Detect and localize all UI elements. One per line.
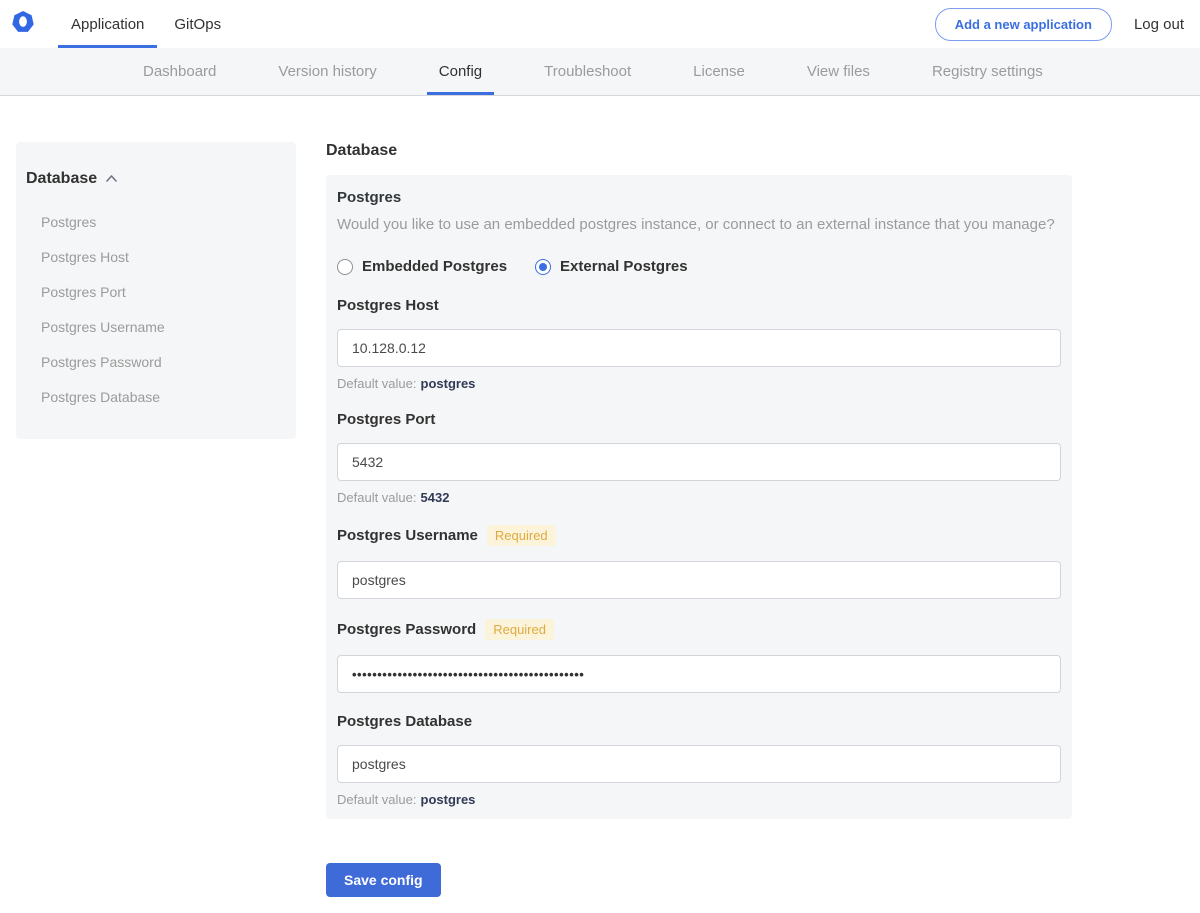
tab-troubleshoot-label: Troubleshoot	[544, 63, 632, 80]
default-value-label: Default value:	[337, 792, 417, 807]
tab-view-files[interactable]: View files	[795, 48, 882, 95]
sidebar-item-postgres-port[interactable]: Postgres Port	[26, 275, 286, 310]
tab-version-history[interactable]: Version history	[266, 48, 388, 95]
field-postgres-host: Postgres Host Default value:postgres	[337, 297, 1061, 391]
sidebar-item-postgres[interactable]: Postgres	[26, 205, 286, 240]
top-tab-bar: Application GitOps	[58, 0, 238, 48]
radio-embedded-postgres[interactable]: Embedded Postgres	[337, 258, 507, 275]
tab-application[interactable]: Application	[58, 0, 158, 48]
tab-troubleshoot[interactable]: Troubleshoot	[532, 48, 643, 95]
postgres-database-input[interactable]	[337, 745, 1061, 783]
config-section-title: Database	[326, 142, 398, 159]
config-main: Database Postgres Would you like to use …	[326, 142, 1072, 913]
add-application-button[interactable]: Add a new application	[934, 7, 1112, 41]
tab-dashboard[interactable]: Dashboard	[131, 48, 228, 95]
app-subnav: Dashboard Version history Config Trouble…	[0, 48, 1200, 96]
tab-gitops[interactable]: GitOps	[161, 0, 234, 48]
config-group-label: Postgres	[337, 189, 402, 206]
default-value-text: postgres	[420, 376, 476, 391]
postgres-port-input[interactable]	[337, 443, 1061, 481]
radio-external-postgres-label: External Postgres	[560, 258, 688, 275]
radio-embedded-postgres-label: Embedded Postgres	[362, 258, 508, 275]
config-sidebar: Database Postgres Postgres Host Postgres…	[16, 142, 296, 439]
required-badge: Required	[486, 525, 556, 546]
config-page: Database Postgres Postgres Host Postgres…	[0, 142, 1200, 913]
field-postgres-database: Postgres Database Default value:postgres	[337, 713, 1061, 807]
sidebar-group-label: Database	[26, 170, 98, 187]
field-label: Postgres Host	[337, 297, 439, 314]
default-value-row: Default value: postgres	[337, 792, 1061, 807]
field-postgres-username: Postgres Username Required	[337, 525, 1061, 599]
field-label: Postgres Port	[337, 411, 436, 428]
postgres-password-input[interactable]	[337, 655, 1061, 693]
tab-version-history-label: Version history	[278, 63, 377, 80]
default-value-text: postgres	[420, 792, 476, 807]
tab-config-label: Config	[438, 63, 483, 80]
postgres-type-radio-group: Embedded Postgres External Postgres	[337, 258, 1061, 275]
sidebar-item-postgres-username[interactable]: Postgres Username	[26, 310, 286, 345]
field-label: Postgres Password	[337, 621, 477, 638]
top-nav: Application GitOps Add a new application…	[0, 0, 1200, 48]
tab-registry-settings-label: Registry settings	[931, 63, 1043, 80]
default-value-row: Default value: 5432	[337, 490, 1061, 505]
tab-view-files-label: View files	[806, 63, 870, 80]
field-label: Postgres Username	[337, 527, 478, 544]
default-value-label: Default value:	[337, 490, 417, 505]
postgres-host-input[interactable]	[337, 329, 1061, 367]
save-config-button[interactable]: Save config	[326, 863, 441, 897]
required-badge: Required	[485, 619, 554, 640]
radio-checked-icon	[535, 258, 552, 275]
top-nav-right: Add a new application Log out	[934, 0, 1200, 48]
radio-unchecked-icon	[337, 258, 353, 275]
chevron-up-icon	[105, 170, 118, 188]
sidebar-item-postgres-password[interactable]: Postgres Password	[26, 345, 286, 380]
tab-application-label: Application	[71, 15, 145, 33]
app-logo[interactable]	[0, 0, 58, 48]
kots-logo-icon	[12, 10, 34, 38]
sidebar-group-database[interactable]: Database	[26, 170, 286, 188]
default-value-label: Default value:	[337, 376, 417, 391]
logout-link[interactable]: Log out	[1134, 16, 1184, 33]
field-postgres-port: Postgres Port Default value:5432	[337, 411, 1061, 505]
field-label: Postgres Database	[337, 713, 473, 730]
field-postgres-password: Postgres Password Required	[337, 619, 1061, 693]
config-group-panel: Postgres Would you like to use an embedd…	[326, 175, 1072, 819]
sidebar-item-postgres-database[interactable]: Postgres Database	[26, 380, 286, 415]
default-value-text: 5432	[420, 490, 450, 505]
tab-dashboard-label: Dashboard	[143, 63, 217, 80]
tab-license[interactable]: License	[681, 48, 757, 95]
tab-license-label: License	[693, 63, 745, 80]
tab-registry-settings[interactable]: Registry settings	[920, 48, 1055, 95]
tab-config[interactable]: Config	[426, 48, 495, 95]
postgres-username-input[interactable]	[337, 561, 1061, 599]
tab-gitops-label: GitOps	[174, 15, 222, 33]
default-value-row: Default value: postgres	[337, 376, 1061, 391]
config-group-help-text: Would you like to use an embedded postgr…	[337, 216, 1055, 233]
radio-external-postgres[interactable]: External Postgres	[535, 258, 688, 275]
sidebar-item-postgres-host[interactable]: Postgres Host	[26, 240, 286, 275]
